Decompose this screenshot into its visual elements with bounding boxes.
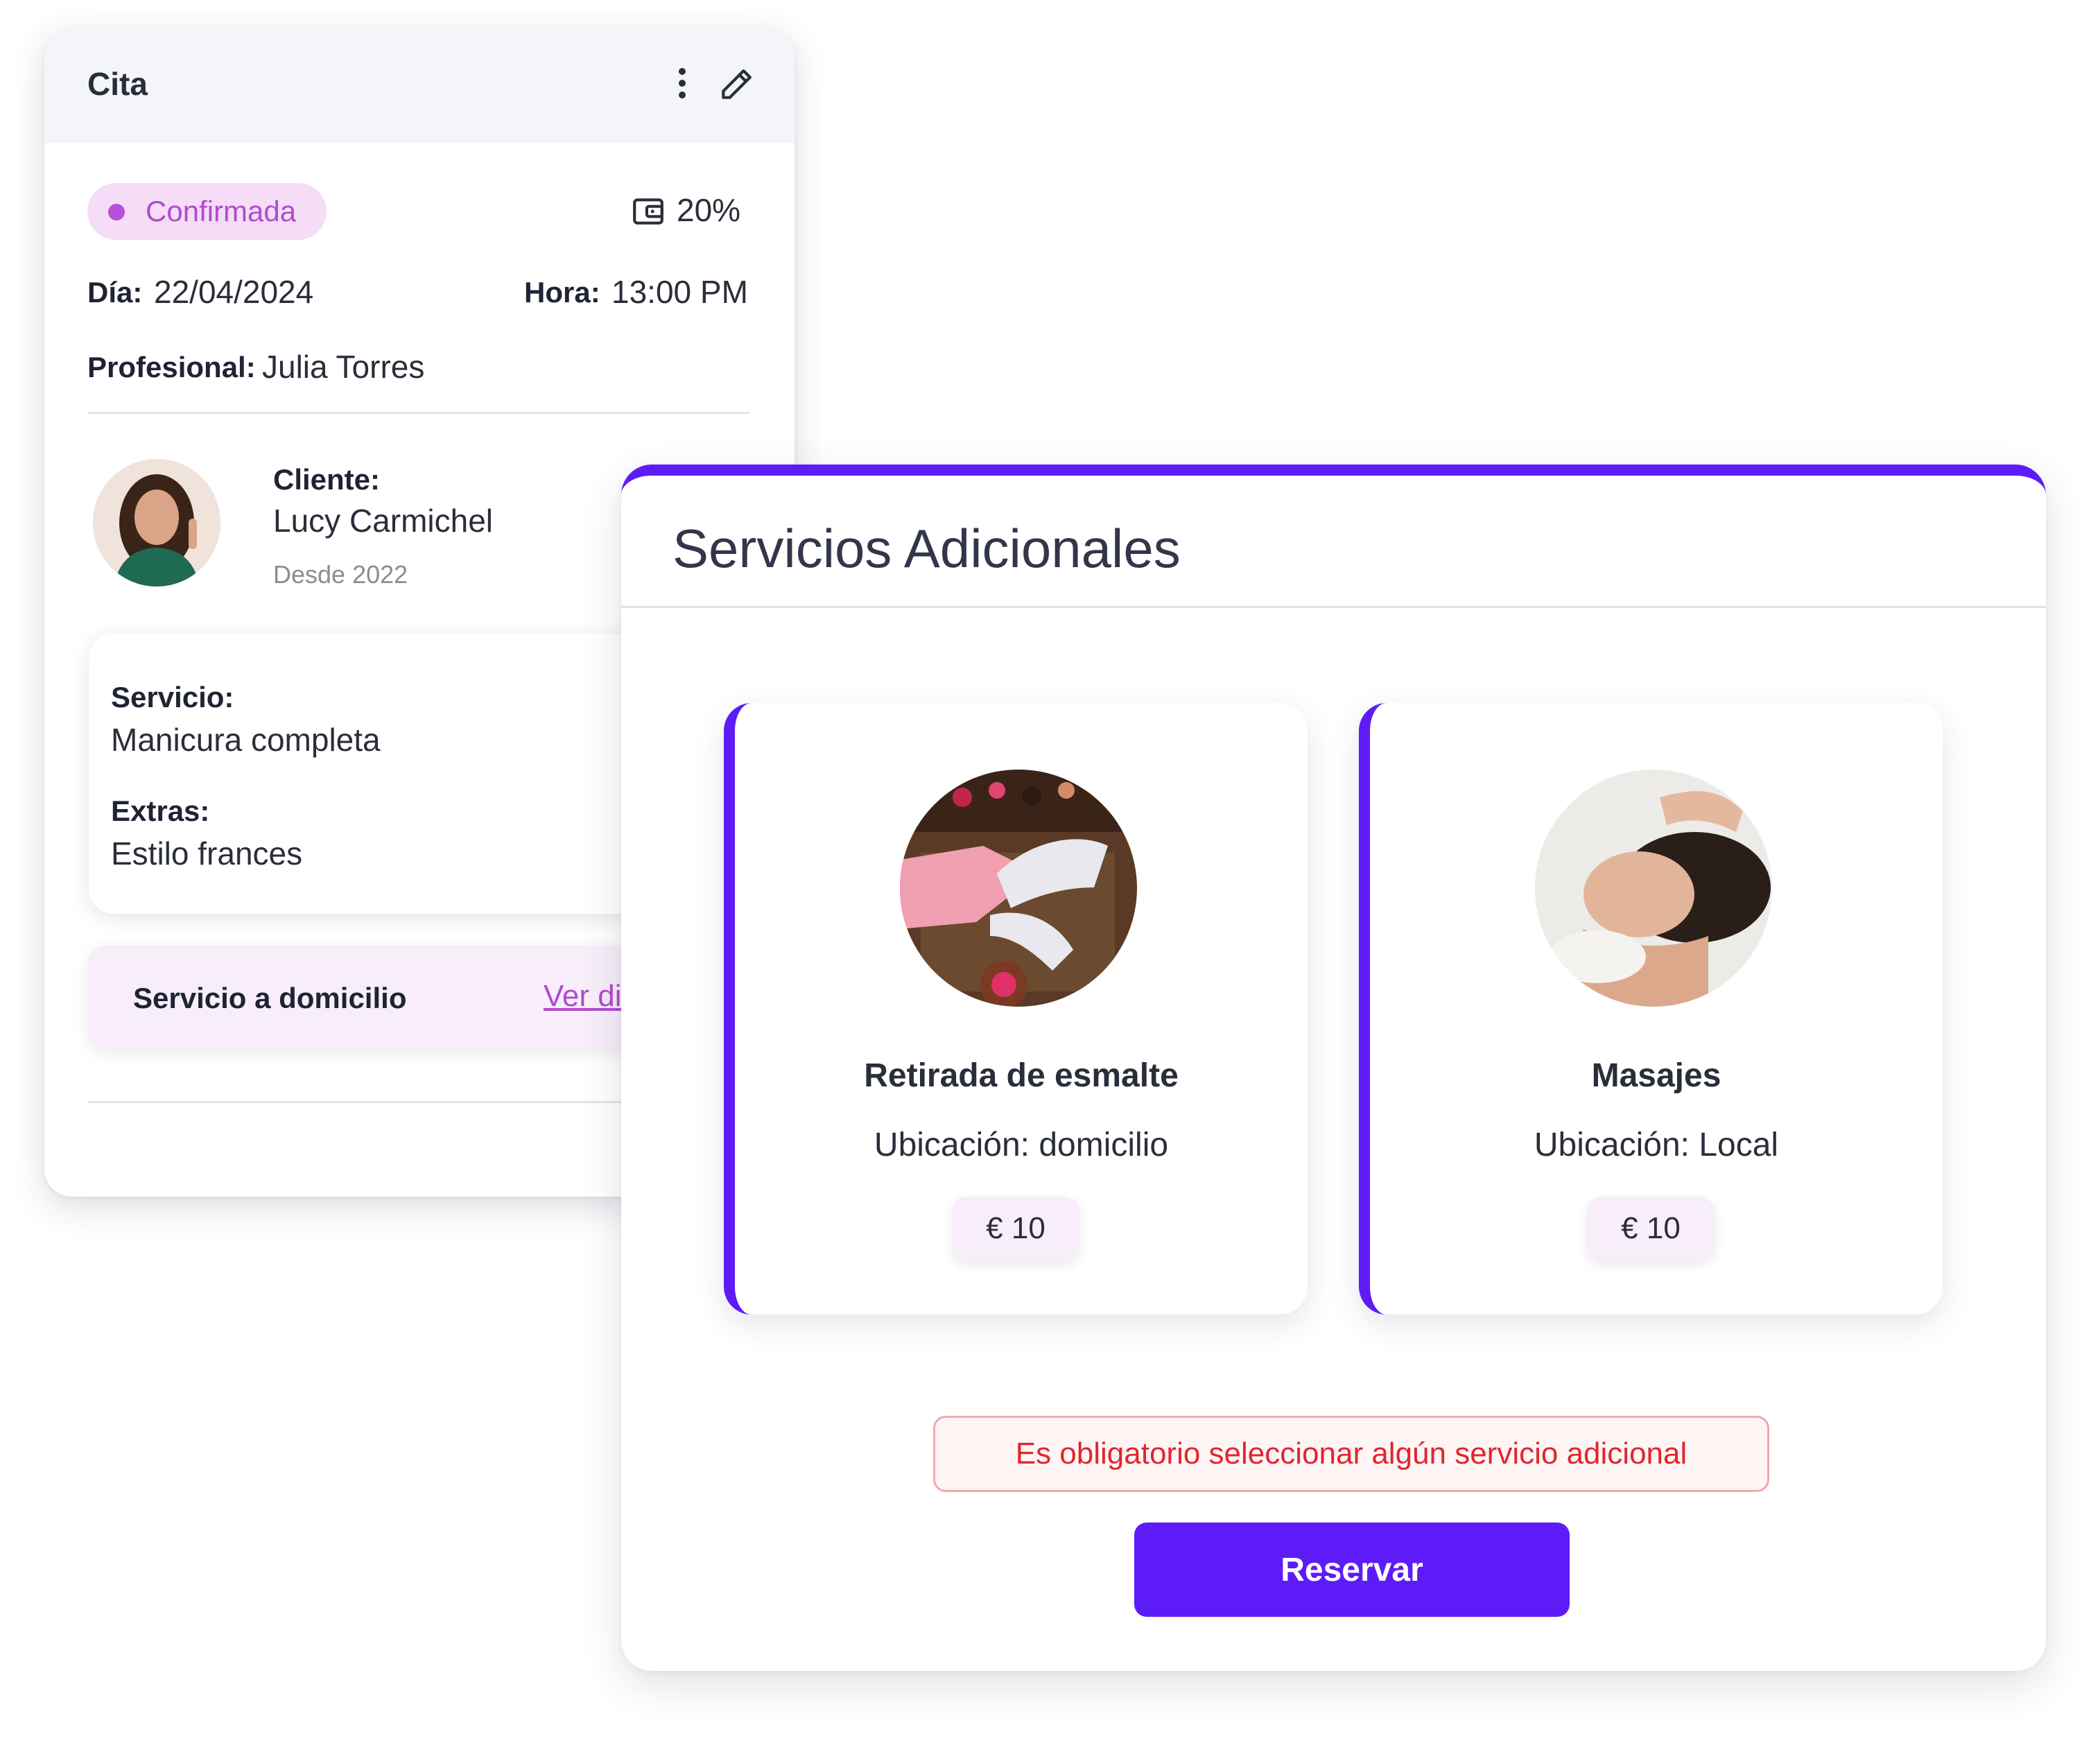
status-label: Confirmada [146,195,297,227]
client-name: Lucy Carmichel [273,503,493,539]
manicure-photo [900,770,1137,1007]
status-badge: Confirmada [87,183,327,240]
service-value: Manicura completa [111,722,381,758]
extras-value: Estilo frances [111,835,303,871]
home-service-label: Servicio a domicilio [133,982,407,1014]
discount-value: 20% [677,192,741,228]
service-location: Ubicación: domicilio [874,1127,1169,1163]
more-vertical-icon[interactable] [672,68,692,107]
service-price: € 10 [952,1197,1079,1260]
modal-title: Servicios Adicionales [672,518,1181,579]
modal-divider [621,606,2046,608]
time-label: Hora: [524,276,600,309]
error-message: Es obligatorio seleccionar algún servici… [933,1416,1769,1492]
massage-photo [1535,770,1772,1007]
additional-services-modal: Servicios Adicionales Retirada de esmalt… [621,465,2046,1671]
service-card-nail-polish-removal[interactable]: Retirada de esmalte Ubicación: domicilio… [724,703,1308,1315]
time-value: 13:00 PM [611,274,748,310]
reserve-button[interactable]: Reservar [1134,1523,1570,1617]
day-value: 22/04/2024 [154,274,314,310]
appointment-header: Cita [44,28,795,143]
status-dot [108,204,125,220]
service-details: Servicio: Manicura completa Extras: Esti… [89,634,699,914]
day-label: Día: [87,276,143,309]
service-name: Retirada de esmalte [864,1057,1179,1094]
service-price: € 10 [1587,1197,1715,1260]
professional-value: Julia Torres [262,349,425,385]
professional-label: Profesional: [87,351,256,383]
client-label: Cliente: [273,463,381,496]
extras-label: Extras: [111,795,210,827]
appointment-title: Cita [87,66,148,102]
service-name: Masajes [1591,1057,1721,1094]
avatar [93,459,220,587]
pencil-icon[interactable] [717,65,756,104]
client-since: Desde 2022 [273,560,408,589]
service-card-massage[interactable]: Masajes Ubicación: Local € 10 [1359,703,1943,1315]
service-location: Ubicación: Local [1534,1127,1779,1163]
service-label: Servicio: [111,681,234,713]
wallet-icon [633,198,663,225]
home-service-box: Servicio a domicilio Ver dirección [89,946,720,1048]
divider [87,412,750,414]
